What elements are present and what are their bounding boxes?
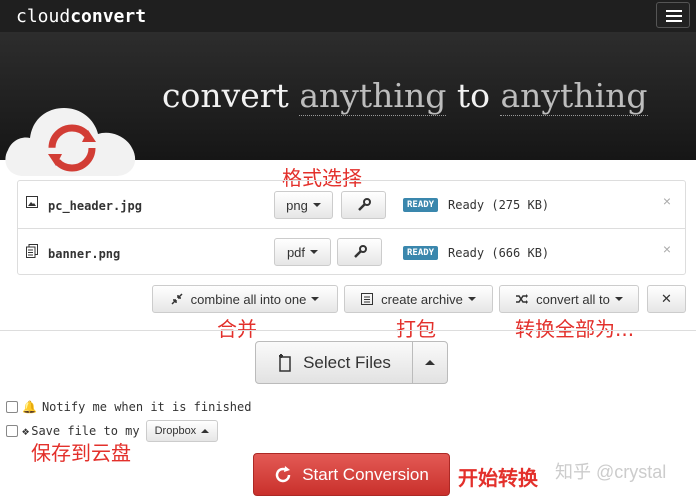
file-name: pc_header.jpg [48,199,142,213]
archive-label: create archive [381,291,463,307]
combine-label: combine all into one [190,291,307,307]
caret-down-icon [614,297,623,301]
watermark: 知乎 @crystal [555,462,667,482]
remove-file-button[interactable]: × [663,241,671,257]
select-source-dropdown[interactable] [413,342,447,383]
shuffle-icon [516,294,529,304]
tagline-word-4[interactable]: anything [500,76,648,116]
tagline-word-2[interactable]: anything [299,76,447,116]
notify-label: Notify me when it is finished [41,400,252,414]
notify-option: 🔔 Notify me when it is finished [6,400,251,414]
wrench-icon [353,245,367,258]
remove-file-button[interactable]: × [663,193,671,209]
menu-toggle-button[interactable] [656,2,690,28]
start-conversion-label: Start Conversion [302,464,429,484]
format-select-button[interactable]: pdf [274,238,331,266]
save-checkbox[interactable] [6,425,18,437]
notify-checkbox[interactable] [6,401,18,413]
hamburger-icon-bar [666,15,682,17]
caret-down-icon [312,203,321,207]
wrench-icon [357,198,371,211]
dropbox-icon: ❖ [22,424,30,438]
ready-badge: READY [403,198,439,212]
caret-down-icon [467,297,476,301]
convert-all-button[interactable]: convert all to [499,285,639,313]
file-name: banner.png [48,247,121,261]
top-navbar: cloudconvert [0,0,696,32]
file-list: pc_header.jpg png READY Ready (275 KB) ×… [17,180,686,275]
brand-prefix: cloud [16,6,71,27]
start-conversion-button[interactable]: Start Conversion [253,453,450,496]
annotation-convert-all: 转换全部为... [515,317,635,341]
annotation-start: 开始转换 [458,466,538,490]
hamburger-icon [666,10,682,12]
select-files-group: Select Files [255,341,448,384]
bell-icon: 🔔 [22,400,37,414]
file-status: Ready (666 KB) [448,246,550,260]
file-options-button[interactable] [341,191,386,219]
file-options-button[interactable] [337,238,382,266]
select-files-label: Select Files [303,352,391,372]
convert-all-label: convert all to [536,291,610,307]
combine-all-button[interactable]: combine all into one [152,285,338,313]
file-row: banner.png pdf READY Ready (666 KB) × [18,228,685,275]
cloud-provider-value: Dropbox [154,425,197,437]
hero-banner: convert anything to anything [0,32,696,176]
tagline-word-3: to [456,76,490,115]
format-value: png [286,197,308,213]
ready-badge: READY [403,246,439,260]
file-status: Ready (275 KB) [448,198,550,212]
annotation-combine: 合并 [217,317,257,341]
compress-icon [171,293,183,305]
clear-all-button[interactable]: ✕ [647,285,686,313]
archive-icon [361,293,374,305]
hamburger-icon-bar [666,20,682,22]
save-label: Save file to my [31,424,140,438]
file-row: pc_header.jpg png READY Ready (275 KB) × [18,181,685,228]
caret-up-icon [201,429,210,433]
annotation-archive: 打包 [396,317,436,341]
tagline-word-1: convert [162,76,289,115]
caret-down-icon [311,297,320,301]
cloud-logo-icon [5,108,136,176]
section-divider [0,330,696,331]
select-files-button[interactable]: Select Files [256,342,413,383]
annotation-save: 保存到云盘 [31,441,131,465]
image-file-icon [26,196,38,210]
refresh-icon [275,465,291,482]
document-file-icon [26,244,38,258]
cloud-provider-select[interactable]: Dropbox [145,420,219,442]
add-file-icon [279,353,291,372]
caret-down-icon [310,250,319,254]
brand-logo[interactable]: cloudconvert [16,6,146,27]
brand-bold: convert [70,6,147,27]
format-value: pdf [286,244,306,260]
create-archive-button[interactable]: create archive [344,285,493,313]
format-select-button[interactable]: png [274,191,333,219]
caret-up-icon [425,360,435,365]
close-icon: ✕ [661,291,672,306]
hero-tagline: convert anything to anything [162,76,648,116]
